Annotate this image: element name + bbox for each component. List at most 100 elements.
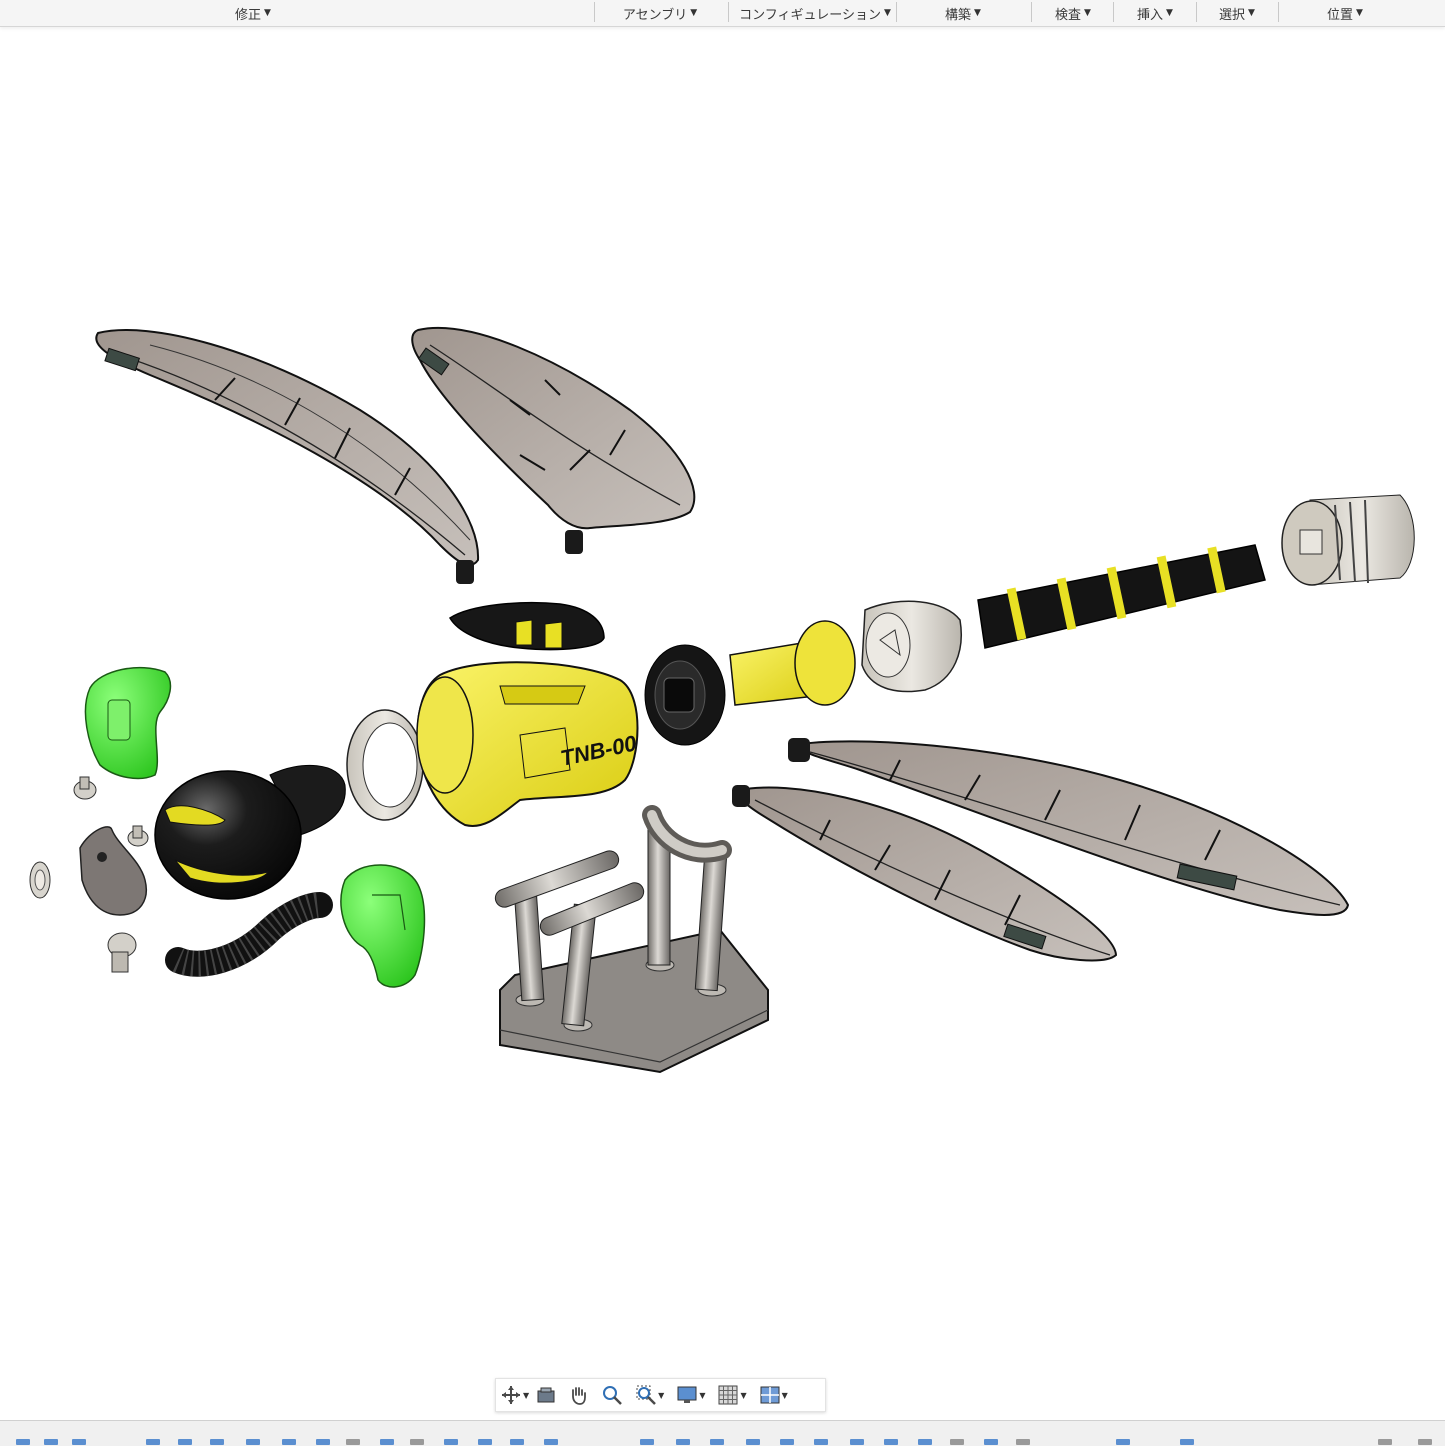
menu-construct[interactable]: 構築 ▼ [903, 0, 1023, 26]
divider [1196, 2, 1197, 22]
zoom-window-icon [636, 1385, 657, 1405]
menu-select-label: 選択 [1219, 7, 1246, 23]
head-cover-part[interactable] [448, 601, 605, 651]
timeline-feature-icon[interactable] [780, 1439, 794, 1445]
divider [1113, 2, 1114, 22]
timeline-feature-icon[interactable] [884, 1439, 898, 1445]
collar-ring-part[interactable] [346, 709, 424, 821]
timeline-feature-icon[interactable] [282, 1439, 296, 1445]
menu-assembly[interactable]: アセンブリ ▼ [600, 0, 720, 26]
display-settings-icon [677, 1386, 697, 1403]
menu-modify-label: 修正 [235, 7, 262, 23]
eye-cover-left[interactable] [84, 666, 172, 780]
socket-cone-part[interactable] [861, 600, 962, 693]
menu-configuration[interactable]: コンフィギュレーション ▼ [735, 0, 895, 26]
pan-button[interactable] [567, 1380, 589, 1410]
timeline-feature-icon[interactable] [16, 1439, 30, 1445]
timeline-feature-icon[interactable] [1418, 1439, 1432, 1445]
timeline-feature-icon[interactable] [984, 1439, 998, 1445]
eye-mount [107, 699, 131, 741]
divider [728, 2, 729, 22]
neck-collar-part[interactable] [644, 644, 726, 746]
wing-joint [788, 738, 810, 762]
timeline-feature-icon[interactable] [178, 1439, 192, 1445]
grid-settings-button[interactable]: ▼ [717, 1380, 750, 1410]
chevron-down-icon: ▼ [1166, 8, 1173, 18]
viewports-button[interactable]: ▼ [759, 1380, 792, 1410]
orbit-button[interactable]: ▼ [500, 1380, 533, 1410]
timeline-feature-icon[interactable] [1378, 1439, 1392, 1445]
grid-settings-icon [718, 1385, 738, 1405]
timeline-feature-icon[interactable] [814, 1439, 828, 1445]
timeline-feature-icon[interactable] [44, 1439, 58, 1445]
timeline-feature-icon[interactable] [918, 1439, 932, 1445]
timeline-feature-icon[interactable] [246, 1439, 260, 1445]
timeline-feature-icon[interactable] [346, 1439, 360, 1445]
wing-joint [732, 785, 750, 807]
timeline-feature-icon[interactable] [478, 1439, 492, 1445]
menu-assembly-label: アセンブリ [622, 7, 688, 23]
thorax-body-part[interactable]: TNB-00 [416, 661, 639, 827]
flex-hose-part[interactable] [165, 892, 333, 977]
chevron-down-icon: ▼ [740, 1390, 747, 1400]
tail-end-cap-part[interactable] [1281, 494, 1415, 586]
wing-joint [565, 530, 583, 554]
menu-modify[interactable]: 修正 ▼ [212, 0, 294, 26]
chevron-down-icon: ▼ [1356, 8, 1363, 18]
zoom-button[interactable] [601, 1380, 623, 1410]
viewports-icon [760, 1386, 780, 1404]
connector-peg-part[interactable] [729, 620, 856, 706]
wing-upper-left-1[interactable] [95, 329, 480, 584]
menu-position-label: 位置 [1327, 7, 1354, 23]
display-stand-part[interactable] [493, 805, 769, 1074]
orbit-icon [502, 1386, 520, 1404]
timeline-feature-icon[interactable] [1016, 1439, 1030, 1445]
menu-select[interactable]: 選択 ▼ [1199, 0, 1275, 26]
timeline-feature-icon[interactable] [146, 1439, 160, 1445]
zoom-window-button[interactable]: ▼ [635, 1380, 668, 1410]
menu-insert-label: 挿入 [1137, 7, 1164, 23]
head-part[interactable] [154, 764, 346, 900]
divider [1031, 2, 1032, 22]
menu-position[interactable]: 位置 ▼ [1290, 0, 1400, 26]
chevron-down-icon: ▼ [1084, 8, 1091, 18]
menu-inspect[interactable]: 検査 ▼ [1036, 0, 1110, 26]
navigation-bar: ▼ ▼ ▼ ▼ ▼ [495, 1378, 826, 1412]
timeline-feature-icon[interactable] [710, 1439, 724, 1445]
timeline-feature-icon[interactable] [444, 1439, 458, 1445]
timeline-feature-icon[interactable] [380, 1439, 394, 1445]
eye-cover-right[interactable] [340, 864, 426, 988]
timeline-feature-icon[interactable] [1180, 1439, 1194, 1445]
timeline-feature-icon[interactable] [210, 1439, 224, 1445]
timeline-feature-icon[interactable] [72, 1439, 86, 1445]
chevron-down-icon: ▼ [690, 8, 698, 18]
timeline-feature-icon[interactable] [510, 1439, 524, 1445]
timeline-feature-icon[interactable] [850, 1439, 864, 1445]
model-canvas[interactable]: TNB-00 [0, 27, 1445, 1417]
pin-part[interactable] [127, 825, 149, 847]
timeline-feature-icon[interactable] [676, 1439, 690, 1445]
menu-insert[interactable]: 挿入 ▼ [1117, 0, 1193, 26]
abdomen-tail-part[interactable] [977, 544, 1266, 649]
timeline-feature-icon[interactable] [410, 1439, 424, 1445]
wing-joint [456, 560, 474, 584]
timeline-feature-icon[interactable] [746, 1439, 760, 1445]
timeline-feature-icon[interactable] [316, 1439, 330, 1445]
chevron-down-icon: ▼ [1248, 8, 1255, 18]
look-at-button[interactable] [535, 1380, 557, 1410]
chevron-down-icon: ▼ [883, 8, 891, 18]
ring-part[interactable] [29, 861, 51, 899]
menu-configuration-label: コンフィギュレーション [739, 7, 881, 23]
timeline-feature-icon[interactable] [1116, 1439, 1130, 1445]
timeline-feature-icon[interactable] [544, 1439, 558, 1445]
divider [896, 2, 897, 22]
divider [1278, 2, 1279, 22]
timeline-feature-icon[interactable] [640, 1439, 654, 1445]
pan-icon [572, 1387, 587, 1405]
pin-part[interactable] [73, 776, 97, 800]
divider [594, 2, 595, 22]
pin-part[interactable] [107, 932, 137, 973]
timeline-feature-icon[interactable] [950, 1439, 964, 1445]
look-at-icon [537, 1387, 555, 1403]
display-settings-button[interactable]: ▼ [676, 1380, 709, 1410]
